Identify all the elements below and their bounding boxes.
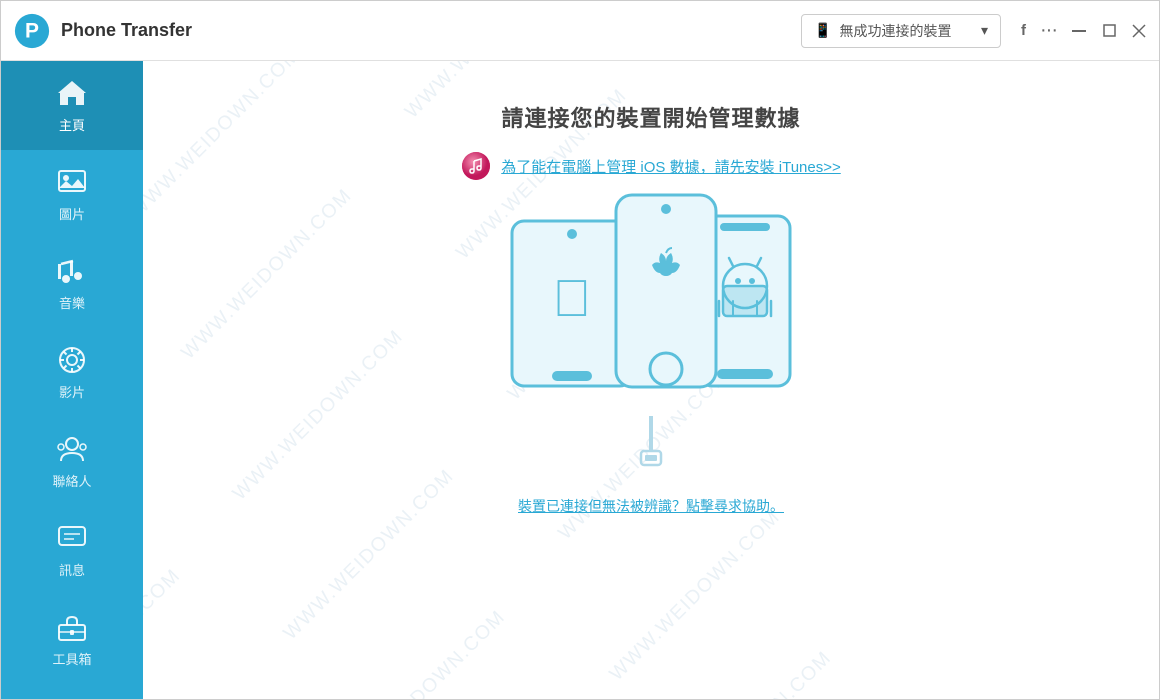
sidebar-item-messages[interactable]: 訊息 (1, 506, 143, 595)
sidebar-label-home: 主頁 (59, 115, 85, 134)
sidebar-item-home[interactable]: 主頁 (1, 61, 143, 150)
main-title: 請連接您的裝置開始管理數據 (501, 101, 800, 133)
itunes-icon (461, 151, 491, 181)
music-icon (56, 255, 88, 287)
contacts-icon (56, 433, 88, 465)
itunes-link[interactable]: 為了能在電腦上管理 iOS 數據，請先安裝 iTunes>> (501, 156, 841, 177)
devices-illustration:  (507, 211, 795, 396)
app-window: P Phone Transfer 📱 無成功連接的裝置 ▾ f ··· (0, 0, 1160, 700)
sidebar-item-music[interactable]: 音樂 (1, 239, 143, 328)
sidebar-item-videos[interactable]: 影片 (1, 328, 143, 417)
usb-area (631, 416, 671, 476)
facebook-icon[interactable]: f (1021, 22, 1026, 39)
device-selector-phone-icon: 📱 (814, 22, 831, 39)
home-icon (56, 77, 88, 109)
device-selector-label: 無成功連接的裝置 (839, 21, 951, 41)
menu-dots-icon[interactable]: ··· (1040, 19, 1057, 42)
sidebar-label-messages: 訊息 (59, 560, 85, 579)
sidebar: 主頁 圖片 音樂 (1, 61, 143, 699)
content-inner: 請連接您的裝置開始管理數據 (163, 101, 1139, 516)
minimize-button[interactable] (1071, 23, 1087, 39)
svg-text:P: P (25, 19, 39, 42)
sidebar-label-toolbox: 工具箱 (52, 649, 91, 668)
sidebar-item-contacts[interactable]: 聯絡人 (1, 417, 143, 506)
sidebar-item-photos[interactable]: 圖片 (1, 150, 143, 239)
app-title: Phone Transfer (61, 20, 801, 41)
photos-icon (56, 166, 88, 198)
sidebar-label-music: 音樂 (59, 293, 85, 312)
sidebar-label-videos: 影片 (59, 382, 85, 401)
close-button[interactable] (1131, 23, 1147, 39)
toolbox-icon (56, 611, 88, 643)
main-layout: 主頁 圖片 音樂 (1, 61, 1159, 699)
videos-icon (56, 344, 88, 376)
titlebar: P Phone Transfer 📱 無成功連接的裝置 ▾ f ··· (1, 1, 1159, 61)
itunes-link-row: 為了能在電腦上管理 iOS 數據，請先安裝 iTunes>> (461, 151, 841, 181)
app-logo: P (13, 12, 51, 50)
chevron-down-icon: ▾ (981, 22, 988, 39)
device-selector[interactable]: 📱 無成功連接的裝置 ▾ (801, 14, 1001, 48)
sidebar-label-photos: 圖片 (59, 204, 85, 223)
help-link[interactable]: 裝置已連接但無法被辨識？點擊尋求協助。 (518, 496, 784, 516)
maximize-button[interactable] (1101, 23, 1117, 39)
ios-phone-device (612, 191, 720, 396)
titlebar-actions: f ··· (1021, 19, 1147, 42)
content-area: WWW.WEIDOWN.COMWWW.WEIDOWN.COMWWW.WEIDOW… (143, 61, 1159, 699)
svg-text::  (553, 270, 592, 328)
messages-icon (56, 522, 88, 554)
sidebar-label-contacts: 聯絡人 (52, 471, 91, 490)
sidebar-item-toolbox[interactable]: 工具箱 (1, 595, 143, 684)
